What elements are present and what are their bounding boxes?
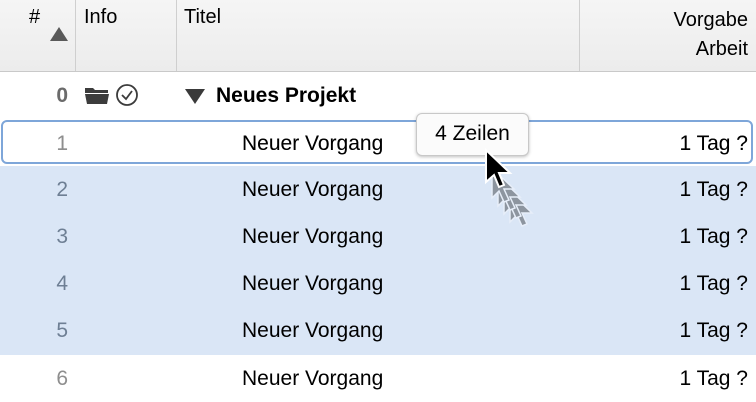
column-header-work-label: Vorgabe Arbeit xyxy=(673,6,748,64)
clock-icon xyxy=(116,84,138,106)
column-header-work-line2: Arbeit xyxy=(695,38,748,60)
column-header-title[interactable]: Titel xyxy=(177,0,579,71)
row-title: Neuer Vorgang xyxy=(242,225,384,248)
row-work: 1 Tag ? xyxy=(679,178,748,201)
column-header-info-label: Info xyxy=(84,6,118,28)
row-title: Neuer Vorgang xyxy=(242,272,384,295)
row-work: 1 Tag ? xyxy=(679,319,748,342)
row-work: 1 Tag ? xyxy=(679,272,748,295)
table-row-selected[interactable]: 5 Neuer Vorgang 1 Tag ? xyxy=(0,307,756,355)
column-header-work-line1: Vorgabe xyxy=(673,9,748,31)
column-header-title-label: Titel xyxy=(184,6,222,28)
sort-ascending-icon[interactable] xyxy=(49,26,69,42)
table-header: # Info Titel Vorgabe Arbeit xyxy=(0,0,756,72)
row-number: 4 xyxy=(56,272,68,295)
table-row-selected[interactable]: 3 Neuer Vorgang 1 Tag ? xyxy=(0,213,756,260)
row-number: 3 xyxy=(56,225,68,248)
row-title: Neuer Vorgang xyxy=(242,367,384,390)
row-work: 1 Tag ? xyxy=(679,367,748,390)
table-row[interactable]: 6 Neuer Vorgang 1 Tag ? xyxy=(0,355,756,402)
row-title: Neuer Vorgang xyxy=(242,319,384,342)
column-header-number[interactable]: # xyxy=(0,0,75,71)
table-row-selected[interactable]: 2 Neuer Vorgang 1 Tag ? xyxy=(0,166,756,213)
column-header-number-label: # xyxy=(29,6,41,28)
row-number: 0 xyxy=(56,84,68,107)
disclosure-triangle-icon[interactable] xyxy=(184,87,206,105)
row-number: 2 xyxy=(56,178,68,201)
folder-icon xyxy=(85,88,109,104)
column-header-info[interactable]: Info xyxy=(76,0,176,71)
column-header-work[interactable]: Vorgabe Arbeit xyxy=(580,0,756,71)
project-title: Neues Projekt xyxy=(216,84,357,107)
row-work: 1 Tag ? xyxy=(679,225,748,248)
row-work: 1 Tag ? xyxy=(679,132,748,155)
row-number: 6 xyxy=(56,367,68,390)
table-row-overlay: 1 Neuer Vorgang 1 Tag ? xyxy=(0,120,756,167)
row-number: 5 xyxy=(56,319,68,342)
row-title: Neuer Vorgang xyxy=(242,132,384,155)
project-row[interactable]: 0 Neues Projekt xyxy=(0,72,756,119)
row-number: 1 xyxy=(56,132,68,155)
drag-copy-cursor-icon xyxy=(485,148,534,227)
row-title: Neuer Vorgang xyxy=(242,178,384,201)
table-row-selected[interactable]: 4 Neuer Vorgang 1 Tag ? xyxy=(0,260,756,307)
